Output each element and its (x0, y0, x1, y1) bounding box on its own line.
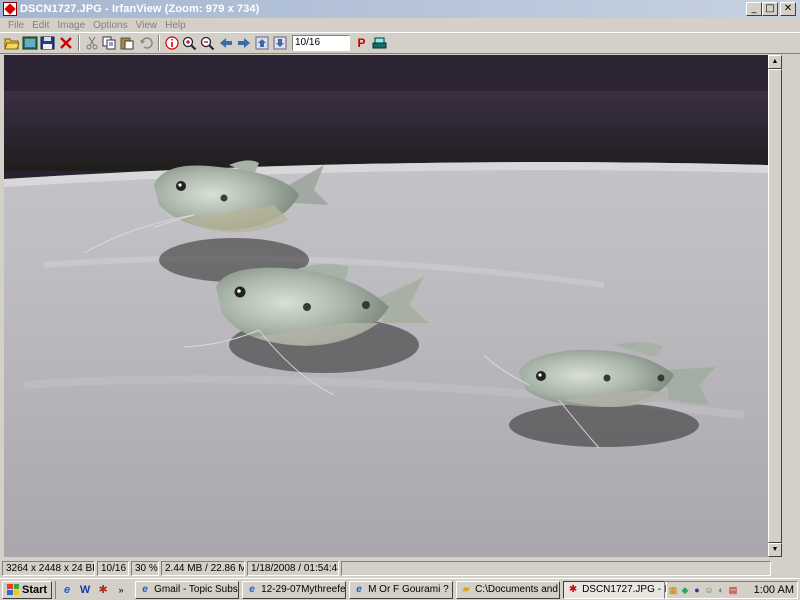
toolbar-separator (158, 35, 160, 51)
close-button[interactable]: ✕ (780, 2, 796, 16)
vertical-scrollbar[interactable]: ▲ ▼ (768, 55, 782, 557)
irfanview-window: DSCN1727.JPG - IrfanView (Zoom: 979 x 73… (0, 0, 800, 578)
previous-icon[interactable] (217, 35, 234, 52)
toolbar-separator (78, 35, 80, 51)
scroll-down-button[interactable]: ▼ (768, 543, 782, 557)
delete-icon[interactable] (57, 35, 74, 52)
next-icon[interactable] (235, 35, 252, 52)
open-icon[interactable] (3, 35, 20, 52)
update-icon[interactable]: ◐ (716, 584, 726, 596)
menu-bar: File Edit Image Options View Help (0, 18, 800, 32)
slideshow-icon[interactable] (21, 35, 38, 52)
menu-options[interactable]: Options (89, 20, 131, 31)
status-dimensions: 3264 x 2448 x 24 BPP (2, 560, 95, 576)
menu-help[interactable]: Help (161, 20, 190, 31)
irfanview-icon: ✱ (568, 583, 578, 595)
more-icon[interactable]: » (113, 582, 129, 598)
system-tray: ▦ ◆ ● ☺ ◐ ▤ 1:00 AM (664, 581, 798, 599)
scroll-thumb[interactable] (768, 69, 782, 543)
ie-icon[interactable]: e (59, 582, 75, 598)
quick-launch: e W ✱ » (55, 580, 132, 599)
zoom-in-icon[interactable] (181, 35, 198, 52)
minimize-button[interactable]: _ (746, 2, 762, 16)
folder-icon: ▰ (462, 583, 470, 595)
window-title: DSCN1727.JPG - IrfanView (Zoom: 979 x 73… (20, 3, 260, 15)
messenger-icon[interactable]: ☺ (704, 584, 714, 596)
cut-icon[interactable] (83, 35, 100, 52)
windows-logo-icon (7, 584, 19, 595)
antivirus-icon[interactable]: ● (692, 584, 702, 596)
ie-icon: e (249, 583, 255, 595)
start-button[interactable]: Start (2, 580, 53, 599)
task-label: DSCN1727.JPG - Irf... (582, 584, 667, 595)
info-icon[interactable] (163, 35, 180, 52)
word-icon[interactable]: W (77, 582, 93, 598)
network-icon[interactable]: ▦ (668, 584, 678, 596)
undo-icon[interactable] (137, 35, 154, 52)
task-button-gourami[interactable]: e M Or F Gourami ? - ... (349, 580, 454, 599)
shield-icon[interactable]: ◆ (680, 584, 690, 596)
status-datetime: 1/18/2008 / 01:54:48 (247, 560, 339, 576)
menu-view[interactable]: View (132, 20, 162, 31)
ie-icon: e (356, 583, 362, 595)
task-label: M Or F Gourami ? - ... (368, 584, 452, 595)
copy-icon[interactable] (101, 35, 118, 52)
task-label: 12-29-07Mythreefem... (261, 584, 346, 595)
task-button-documents[interactable]: ▰ C:\Documents and ... (456, 580, 561, 599)
clock[interactable]: 1:00 AM (754, 584, 794, 596)
window-controls: _ □ ✕ (746, 2, 796, 16)
first-icon[interactable] (253, 35, 270, 52)
task-button-mythreefem[interactable]: e 12-29-07Mythreefem... (242, 580, 347, 599)
task-button-gmail[interactable]: e Gmail - Topic Subsc... (135, 580, 240, 599)
irfanview-app-icon[interactable] (3, 2, 17, 16)
maximize-button[interactable]: □ (762, 2, 778, 16)
page-number-field[interactable]: 10/16 (292, 35, 350, 51)
task-label: Gmail - Topic Subsc... (154, 584, 238, 595)
status-bar: 3264 x 2448 x 24 BPP 10/16 30 % 2.44 MB … (0, 559, 800, 577)
zoom-out-icon[interactable] (199, 35, 216, 52)
status-file-size: 2.44 MB / 22.86 MB (161, 560, 245, 576)
status-index: 10/16 (97, 560, 129, 576)
toolbar: 10/16 P (0, 32, 800, 54)
task-label: C:\Documents and ... (475, 584, 561, 595)
paste-icon[interactable] (119, 35, 136, 52)
ie-icon: e (142, 583, 148, 595)
taskbar: Start e W ✱ » e Gmail - Topic Subsc... e… (0, 578, 800, 600)
menu-file[interactable]: File (4, 20, 28, 31)
menu-edit[interactable]: Edit (28, 20, 53, 31)
title-bar[interactable]: DSCN1727.JPG - IrfanView (Zoom: 979 x 73… (0, 0, 800, 18)
image-viewport[interactable] (4, 55, 768, 557)
task-button-irfanview[interactable]: ✱ DSCN1727.JPG - Irf... (563, 580, 668, 599)
save-icon[interactable] (39, 35, 56, 52)
scan-icon[interactable] (371, 35, 388, 52)
start-label: Start (22, 583, 48, 596)
calendar-icon[interactable]: ▤ (728, 584, 738, 596)
status-zoom: 30 % (131, 560, 159, 576)
scroll-up-button[interactable]: ▲ (768, 55, 782, 69)
status-empty (341, 560, 771, 576)
gourami-photo (4, 55, 768, 557)
last-icon[interactable] (271, 35, 288, 52)
menu-image[interactable]: Image (53, 20, 89, 31)
print-icon[interactable]: P (353, 35, 370, 52)
spider-icon[interactable]: ✱ (95, 582, 111, 598)
